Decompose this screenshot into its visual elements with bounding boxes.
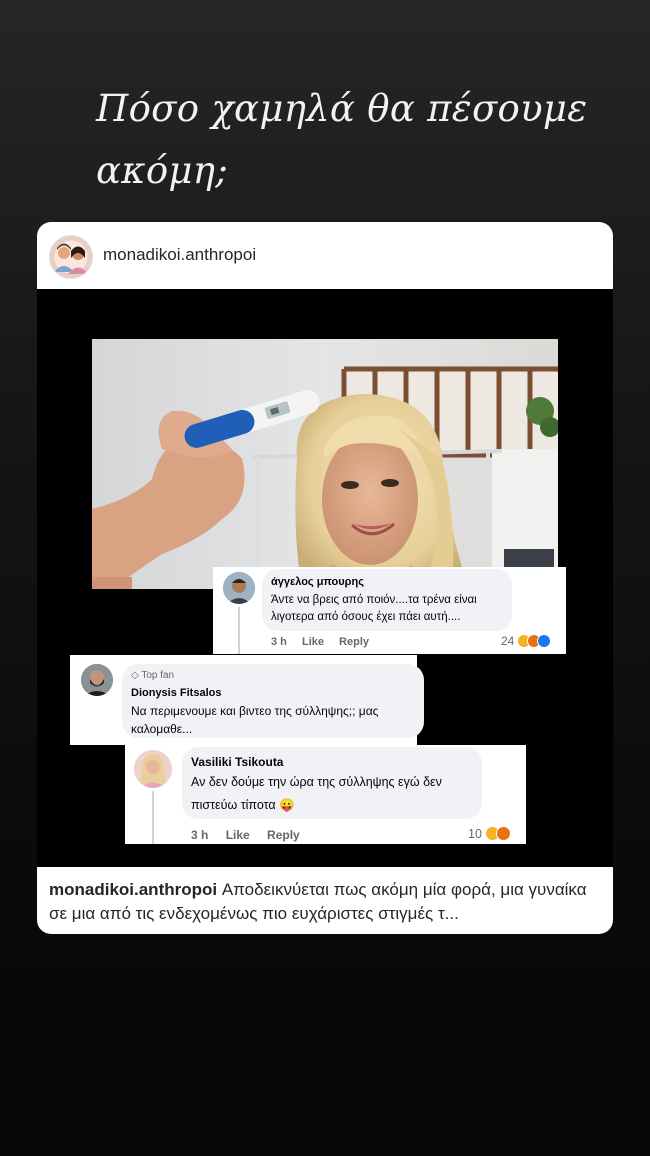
woman-pregnancy-test-photo [92, 339, 558, 589]
bearded-man-avatar-icon [81, 664, 113, 696]
shared-post-card[interactable]: monadikoi.anthropoi άγγελος μπουρης Άντε… [37, 222, 613, 934]
comment-reply-button[interactable]: Reply [267, 828, 300, 842]
post-photo [92, 339, 558, 589]
post-avatar[interactable] [49, 235, 93, 279]
comment-avatar[interactable] [134, 750, 172, 788]
comment-author[interactable]: Vasiliki Tsikouta [191, 755, 283, 769]
comment-bubble[interactable]: Vasiliki Tsikouta Αν δεν δούμε την ώρα τ… [182, 747, 482, 819]
comment-avatar[interactable] [81, 664, 113, 696]
thread-line [152, 791, 154, 844]
caption-username[interactable]: monadikoi.anthropoi [49, 880, 217, 899]
comment-like-button[interactable]: Like [226, 828, 250, 842]
comment-text-line-2: πιστεύω τίποτα [191, 798, 276, 812]
comment-time: 3 h [271, 636, 287, 648]
comment-author[interactable]: άγγελος μπουρης [271, 576, 364, 588]
comment-text-line-2: λιγοτερα από όσους έχει πάει αυτή.... [271, 611, 461, 623]
comment-like-button[interactable]: Like [302, 636, 324, 648]
comment-reactions[interactable]: 24 [501, 634, 552, 648]
comment-meta: 3 h Like Reply [271, 636, 369, 648]
post-caption[interactable]: monadikoi.anthropoi Αποδεικνύεται πως ακ… [49, 878, 601, 926]
person-avatar-icon [223, 572, 255, 604]
comment-meta: 3 h Like Reply [191, 828, 300, 842]
angry-icon [495, 826, 511, 841]
avatar-illustration-icon [54, 243, 88, 274]
comment-reply-button[interactable]: Reply [339, 636, 369, 648]
tongue-emoji: 😛 [279, 798, 295, 812]
thread-line [238, 607, 240, 654]
comment-card-1: άγγελος μπουρης Άντε να βρεις από ποιόν.… [213, 567, 566, 654]
comment-author[interactable]: Dionysis Fitsalos [131, 687, 221, 699]
post-username[interactable]: monadikoi.anthropoi [103, 245, 256, 265]
comment-text-line-1: Άντε να βρεις από ποιόν....τα τρένα είνα… [271, 594, 477, 606]
comment-bubble[interactable]: άγγελος μπουρης Άντε να βρεις από ποιόν.… [262, 569, 512, 631]
comment-bubble[interactable]: ◇ Top fan Dionysis Fitsalos Να περιμενου… [122, 664, 424, 738]
comment-text-line-1: Αν δεν δούμε την ώρα της σύλληψης εγώ δε… [191, 775, 442, 789]
diamond-icon: ◇ [131, 670, 139, 681]
like-icon [537, 634, 552, 648]
post-media[interactable]: άγγελος μπουρης Άντε να βρεις από ποιόν.… [37, 289, 613, 867]
comment-avatar[interactable] [223, 572, 255, 604]
comment-card-3: Vasiliki Tsikouta Αν δεν δούμε την ώρα τ… [125, 745, 526, 844]
reaction-count: 10 [468, 826, 482, 841]
top-fan-badge: ◇ Top fan [131, 670, 175, 681]
story-title-line-2: ακόμη; [96, 149, 229, 192]
comment-text-line-1: Να περιμενουμε και βιντεο της σύλληψης;;… [131, 704, 379, 718]
woman-avatar-icon [134, 750, 172, 788]
comment-text-line-2: καλομαθε... [131, 722, 193, 736]
comment-time: 3 h [191, 828, 209, 842]
story-title-line-1: Πόσο χαμηλά θα πέσουμε [96, 87, 588, 130]
comment-card-2: ◇ Top fan Dionysis Fitsalos Να περιμενου… [70, 655, 424, 745]
story-title: Πόσο χαμηλά θα πέσουμε ακόμη; [96, 78, 596, 202]
reaction-count: 24 [501, 634, 515, 648]
comment-reactions[interactable]: 10 [468, 826, 511, 841]
comment-text-line-2-wrap: πιστεύω τίποτα 😛 [191, 798, 295, 813]
post-header: monadikoi.anthropoi [37, 222, 613, 289]
